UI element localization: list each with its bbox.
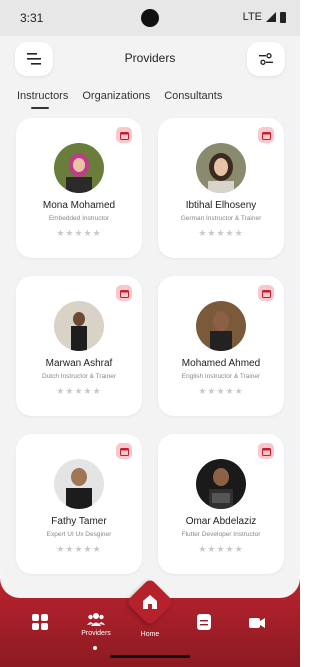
rating-stars: ★★★★★: [198, 386, 244, 396]
calendar-icon: [119, 289, 129, 298]
provider-role: Flutter Developer Instructor: [181, 531, 261, 538]
nav-video[interactable]: [249, 617, 265, 631]
signal-icon: [266, 12, 276, 22]
calendar-icon: [119, 131, 129, 140]
calendar-badge[interactable]: [258, 127, 274, 143]
calendar-icon: [261, 289, 271, 298]
document-icon: [197, 614, 211, 630]
avatar: [54, 459, 104, 509]
provider-name: Fathy Tamer: [51, 516, 107, 527]
calendar-badge[interactable]: [116, 127, 132, 143]
provider-tabs: Instructors Organizations Consultants: [17, 90, 236, 109]
gesture-bar: [110, 655, 190, 658]
nav-home-label: Home: [140, 631, 160, 638]
avatar: [196, 143, 246, 193]
calendar-icon: [261, 131, 271, 140]
provider-role: Expert UI Ux Desginer: [46, 531, 112, 538]
video-icon: [249, 618, 265, 628]
provider-role: Embedded Instructor: [48, 215, 110, 222]
provider-role: English Instructor & Trainer: [181, 373, 261, 380]
provider-card[interactable]: Ibtihal Elhoseny German Instructor & Tra…: [158, 118, 284, 258]
home-icon: [143, 595, 157, 609]
provider-role: Dutch Instructor & Trainer: [41, 373, 117, 380]
users-icon: [87, 613, 105, 626]
nav-providers[interactable]: Providers: [78, 612, 114, 637]
tab-consultants[interactable]: Consultants: [164, 90, 222, 102]
tab-instructors[interactable]: Instructors: [17, 90, 68, 109]
provider-card[interactable]: Mona Mohamed Embedded Instructor ★★★★★: [16, 118, 142, 258]
sliders-icon: [259, 53, 273, 65]
nav-documents[interactable]: [197, 614, 211, 632]
provider-name: Mohamed Ahmed: [181, 358, 261, 369]
provider-role: German Instructor & Trainer: [180, 215, 262, 222]
provider-name: Ibtihal Elhoseny: [185, 200, 257, 211]
network-label: LTE: [242, 11, 262, 23]
calendar-icon: [261, 447, 271, 456]
nav-dashboard[interactable]: [32, 614, 48, 632]
provider-card[interactable]: Mohamed Ahmed English Instructor & Train…: [158, 276, 284, 416]
rating-stars: ★★★★★: [198, 228, 244, 238]
provider-name: Mona Mohamed: [42, 200, 116, 211]
rating-stars: ★★★★★: [56, 386, 102, 396]
calendar-badge[interactable]: [116, 443, 132, 459]
tab-organizations[interactable]: Organizations: [82, 90, 150, 102]
provider-name: Marwan Ashraf: [45, 358, 113, 369]
calendar-badge[interactable]: [116, 285, 132, 301]
provider-card[interactable]: Marwan Ashraf Dutch Instructor & Trainer…: [16, 276, 142, 416]
nav-providers-label: Providers: [81, 630, 111, 637]
status-bar: 3:31 LTE: [0, 0, 300, 36]
avatar: [54, 143, 104, 193]
calendar-icon: [119, 447, 129, 456]
avatar: [54, 301, 104, 351]
camera-cutout: [141, 9, 159, 27]
calendar-badge[interactable]: [258, 285, 274, 301]
active-indicator: [93, 646, 97, 650]
rating-stars: ★★★★★: [56, 228, 102, 238]
provider-card[interactable]: Fathy Tamer Expert UI Ux Desginer ★★★★★: [16, 434, 142, 574]
calendar-badge[interactable]: [258, 443, 274, 459]
rating-stars: ★★★★★: [56, 544, 102, 554]
provider-card[interactable]: Omar Abdelaziz Flutter Developer Instruc…: [158, 434, 284, 574]
status-time: 3:31: [20, 11, 44, 25]
battery-icon: [280, 11, 286, 23]
grid-icon: [32, 614, 48, 630]
status-indicators: LTE: [243, 11, 286, 23]
avatar: [196, 301, 246, 351]
filter-button[interactable]: [247, 42, 285, 76]
avatar: [196, 459, 246, 509]
rating-stars: ★★★★★: [198, 544, 244, 554]
provider-name: Omar Abdelaziz: [185, 516, 257, 527]
